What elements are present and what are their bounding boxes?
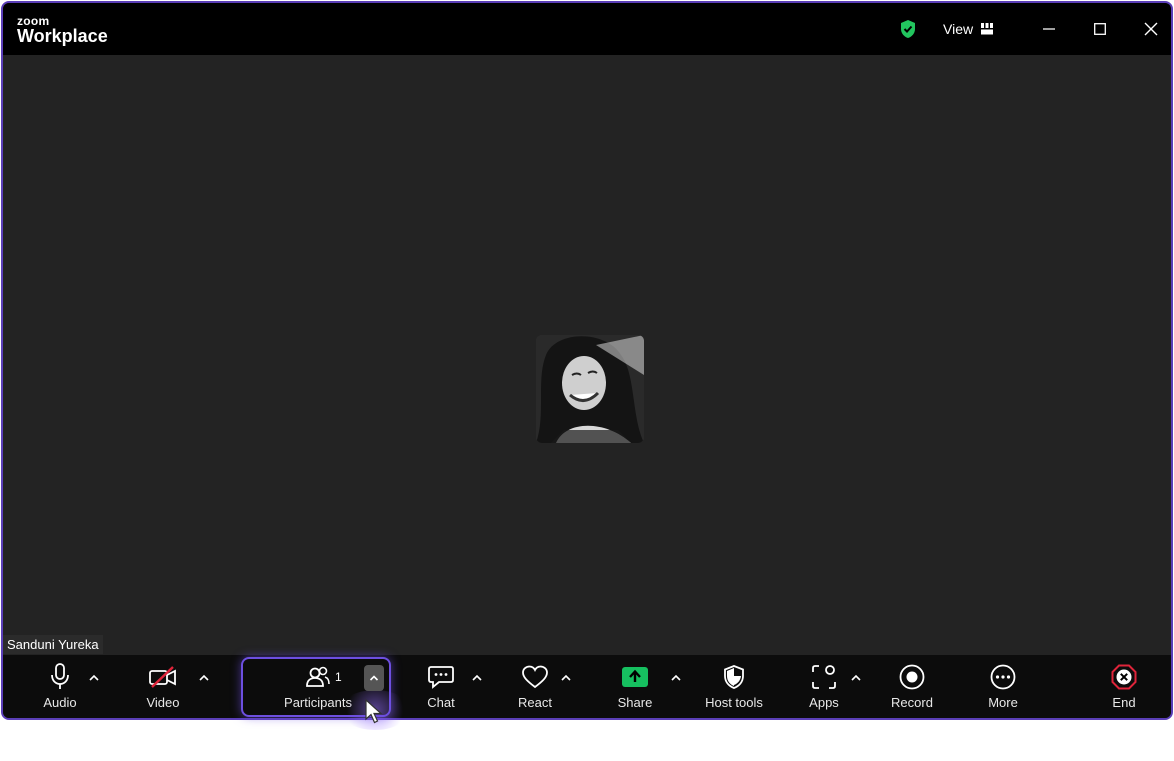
more-button[interactable]: More: [958, 661, 1048, 710]
video-stage: Sanduni Yureka: [3, 55, 1171, 655]
chat-button[interactable]: Chat: [396, 661, 486, 710]
audio-options-caret[interactable]: [87, 671, 101, 685]
view-button[interactable]: View: [933, 17, 1003, 41]
participant-avatar: [536, 335, 644, 443]
more-icon: [990, 664, 1016, 690]
more-label: More: [988, 695, 1018, 710]
share-label: Share: [617, 695, 653, 710]
react-options-caret[interactable]: [559, 671, 573, 685]
video-button[interactable]: Video: [118, 661, 208, 710]
chat-icon: [428, 666, 454, 689]
chat-label: Chat: [427, 695, 455, 710]
host-tools-label: Host tools: [705, 695, 763, 710]
view-label: View: [943, 21, 974, 37]
video-options-caret[interactable]: [197, 671, 211, 685]
end-button[interactable]: End: [1079, 661, 1169, 710]
audio-button[interactable]: Audio: [15, 661, 105, 710]
microphone-icon: [51, 663, 69, 689]
titlebar: zoom Workplace View: [3, 3, 1171, 55]
participants-count: 1: [335, 670, 342, 684]
react-label: React: [518, 695, 552, 710]
minimize-icon: [1043, 28, 1055, 30]
chevron-up-icon: [369, 675, 379, 681]
record-button[interactable]: Record: [867, 661, 957, 710]
gallery-view-icon: [981, 23, 994, 35]
apps-button[interactable]: Apps: [779, 661, 869, 710]
maximize-button[interactable]: [1088, 17, 1112, 41]
maximize-icon: [1094, 23, 1106, 35]
share-options-caret[interactable]: [669, 671, 683, 685]
apps-options-caret[interactable]: [849, 671, 863, 685]
record-label: Record: [891, 695, 933, 710]
host-tools-button[interactable]: Host tools: [689, 661, 779, 710]
close-icon: [1144, 22, 1158, 36]
heart-icon: [522, 665, 548, 689]
end-label: End: [1112, 695, 1136, 710]
end-icon: [1111, 664, 1137, 690]
meeting-toolbar: Audio Video Participants Chat React Shar…: [3, 655, 1171, 718]
audio-label: Audio: [43, 695, 77, 710]
apps-icon: [812, 665, 836, 689]
video-off-icon: [149, 666, 176, 688]
share-arrow-icon: [622, 667, 648, 687]
secure-shield-icon[interactable]: [899, 19, 917, 39]
zoom-window: zoom Workplace View Sanduni Yureka Audio…: [1, 1, 1173, 720]
host-shield-icon: [724, 665, 744, 689]
app-logo: zoom Workplace: [17, 15, 108, 45]
share-button[interactable]: Share: [590, 661, 680, 710]
participant-name-tag: Sanduni Yureka: [3, 635, 103, 654]
cursor-icon: [365, 698, 383, 724]
video-label: Video: [146, 695, 180, 710]
chat-options-caret[interactable]: [470, 671, 484, 685]
record-icon: [899, 664, 925, 690]
logo-product: Workplace: [17, 26, 108, 46]
close-button[interactable]: [1139, 17, 1163, 41]
participants-options-caret[interactable]: [364, 665, 384, 691]
minimize-button[interactable]: [1037, 17, 1061, 41]
react-button[interactable]: React: [490, 661, 580, 710]
apps-label: Apps: [809, 695, 839, 710]
